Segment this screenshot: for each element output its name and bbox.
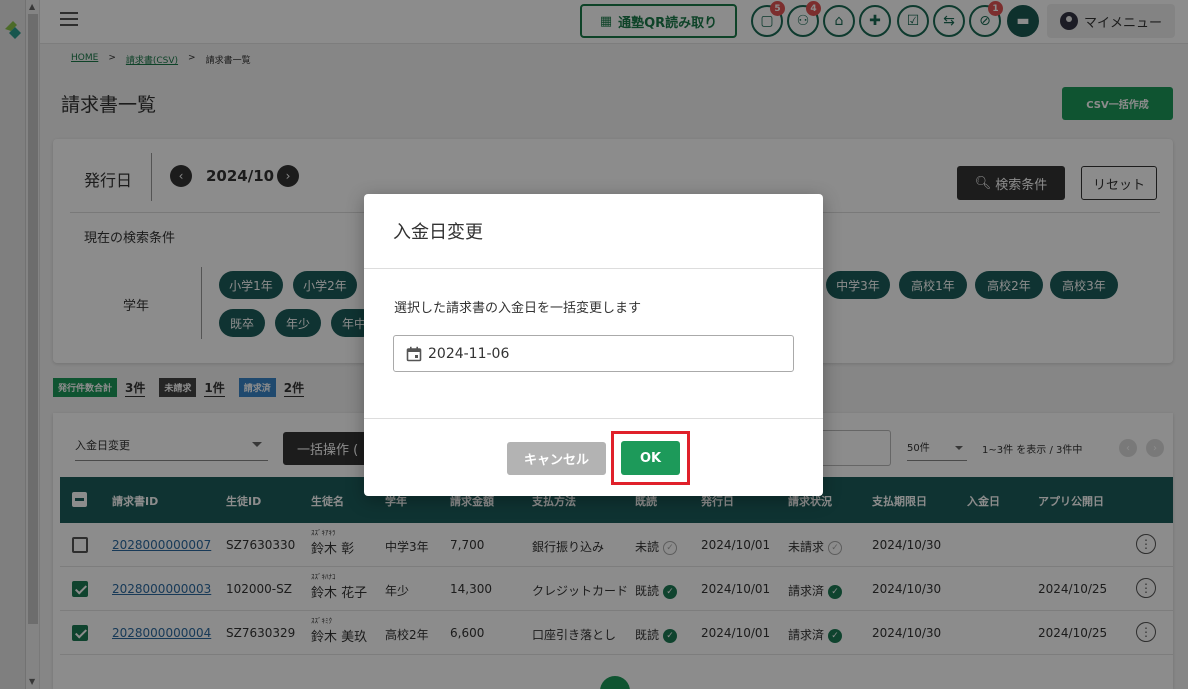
payment-date-input[interactable]: 2024-11-06 — [393, 335, 794, 372]
dialog-message: 選択した請求書の入金日を一括変更します — [394, 301, 642, 316]
divider — [364, 268, 823, 269]
dialog-title: 入金日変更 — [393, 222, 483, 243]
calendar-icon[interactable] — [406, 346, 422, 362]
divider — [364, 418, 823, 419]
cancel-button[interactable]: キャンセル — [507, 442, 606, 475]
payment-date-change-dialog: 入金日変更 選択した請求書の入金日を一括変更します 2024-11-06 キャン… — [364, 194, 823, 496]
ok-button[interactable]: OK — [621, 441, 680, 475]
payment-date-value: 2024-11-06 — [428, 345, 510, 362]
